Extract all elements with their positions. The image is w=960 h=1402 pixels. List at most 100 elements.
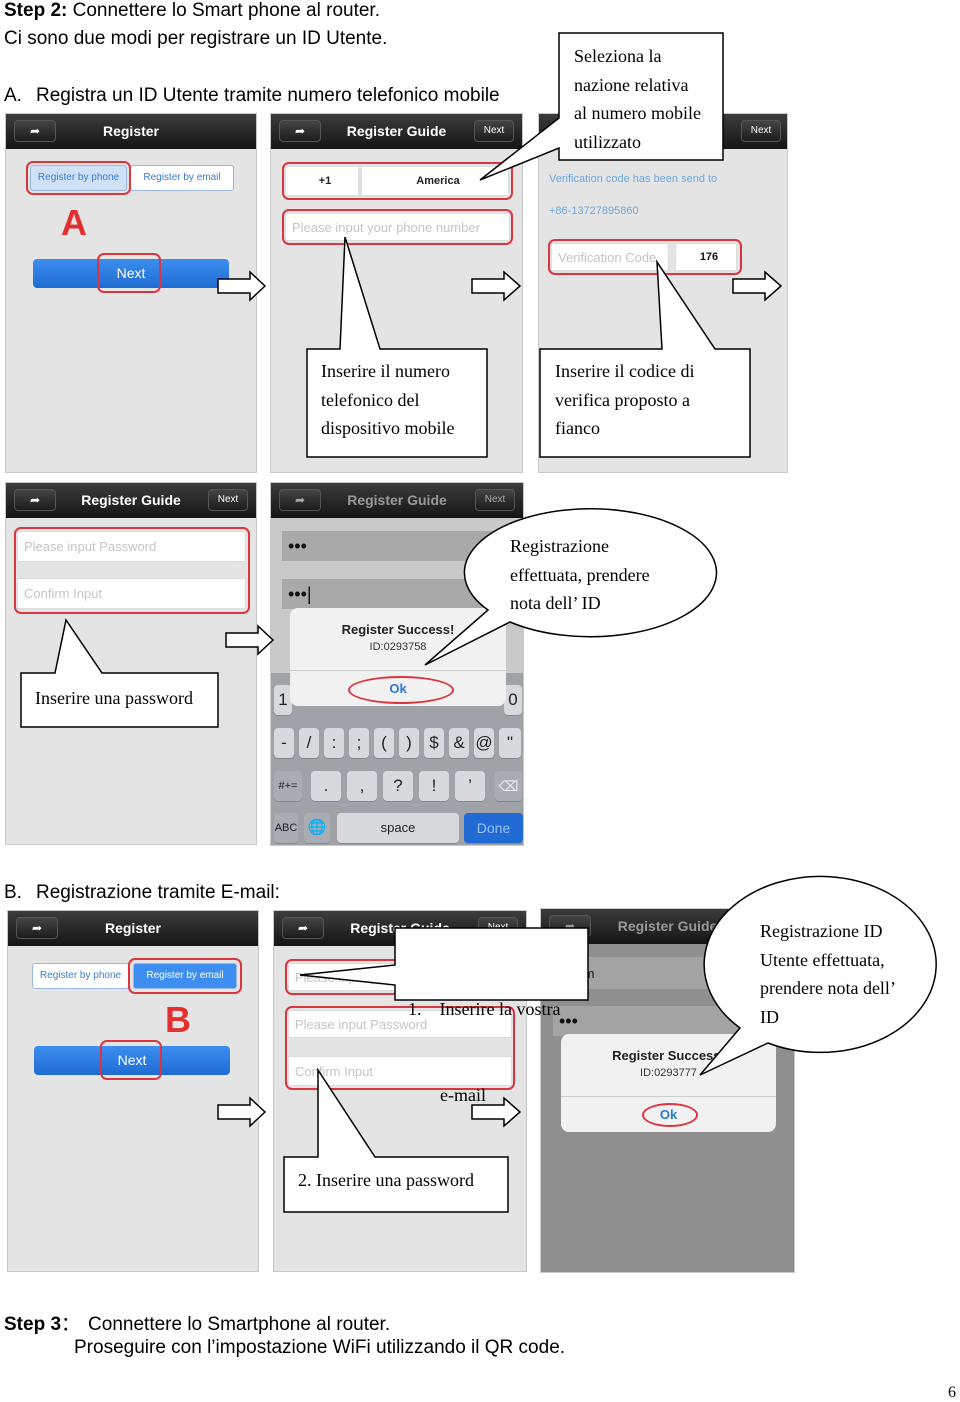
password-field[interactable]: ••• bbox=[553, 1006, 783, 1036]
email-field[interactable]: 3.com bbox=[553, 957, 783, 989]
label-b: B bbox=[165, 999, 191, 1040]
header-next-button[interactable]: Next bbox=[208, 489, 248, 511]
highlight-box bbox=[128, 958, 242, 994]
step3-sep: ： bbox=[61, 1314, 81, 1335]
key-symbols[interactable]: #+= bbox=[274, 771, 302, 801]
callout-line: utilizzato bbox=[574, 131, 641, 152]
back-button[interactable]: ➦ bbox=[14, 489, 56, 511]
highlight-ellipse bbox=[642, 1103, 698, 1127]
highlight-box bbox=[548, 239, 742, 275]
label-a: A bbox=[61, 202, 87, 243]
key[interactable]: $ bbox=[424, 728, 444, 758]
register-by-email-tab[interactable]: Register by email bbox=[130, 165, 234, 191]
key[interactable]: " bbox=[499, 728, 521, 758]
key[interactable]: & bbox=[449, 728, 469, 758]
header-next-button[interactable]: Next bbox=[478, 917, 518, 939]
key[interactable]: 0 bbox=[504, 685, 522, 715]
key[interactable]: , bbox=[347, 771, 377, 801]
highlight-box bbox=[14, 527, 250, 614]
callout-line: ID bbox=[760, 1006, 779, 1027]
screenshot-password: Register Guide ➦ Next Please input Passw… bbox=[5, 482, 257, 845]
backspace-key[interactable]: ⌫ bbox=[495, 771, 522, 801]
key[interactable]: . bbox=[311, 771, 341, 801]
password-field[interactable]: ••• bbox=[282, 531, 512, 561]
user-id: ID:0293758 bbox=[369, 641, 427, 653]
header-title: Register Guide bbox=[346, 123, 447, 139]
key[interactable]: / bbox=[299, 728, 319, 758]
intro-text: Ci sono due modi per registrare un ID Ut… bbox=[4, 28, 388, 49]
back-button[interactable]: ➦ bbox=[282, 917, 324, 939]
section-a-marker: A. bbox=[4, 85, 22, 106]
callout-line: verifica proposto a bbox=[555, 389, 690, 410]
step3-label: Step 3 bbox=[4, 1314, 62, 1335]
key[interactable]: ’ bbox=[455, 771, 485, 801]
callout-line: nota dell’ ID bbox=[510, 593, 601, 613]
callout-enter-password: Inserire una password bbox=[35, 684, 193, 713]
step3-heading: Step 3： Connettere lo Smartphone al route… bbox=[4, 1309, 390, 1336]
callout-enter-email: 1. Inserire la vostra e-mail bbox=[408, 938, 560, 1138]
header-title: Register bbox=[102, 123, 160, 139]
callout-line: fianco bbox=[555, 418, 600, 438]
key[interactable]: ) bbox=[399, 728, 419, 758]
header-title: Register bbox=[104, 920, 162, 936]
back-arrow-icon: ➦ bbox=[294, 124, 306, 138]
dialog-title: Register Success! bbox=[612, 1048, 725, 1063]
register-by-phone-tab[interactable]: Register by phone bbox=[32, 963, 129, 989]
key[interactable]: : bbox=[324, 728, 344, 758]
callout-line: Registrazione bbox=[510, 536, 609, 556]
screenshot-success-b: Register Guide ➦ 3.com ••• Register Succ… bbox=[540, 908, 795, 1273]
highlight-ellipse bbox=[348, 676, 454, 704]
section-b-heading: Registrazione tramite E-mail: bbox=[36, 882, 280, 903]
callout-success-a: Registrazione effettuata, prendere nota … bbox=[510, 532, 650, 618]
callout-line: e-mail bbox=[440, 1084, 486, 1105]
callout-line: Utente effettuata, bbox=[760, 949, 885, 970]
header-title: Register Guide bbox=[617, 918, 718, 934]
header-title: Register Guide bbox=[347, 492, 447, 508]
back-button[interactable]: ➦ bbox=[14, 120, 56, 142]
callout-line: Inserire una password bbox=[35, 688, 193, 708]
back-arrow-icon: ➦ bbox=[31, 921, 43, 935]
section-b-marker: B. bbox=[4, 882, 22, 903]
verification-number: +86-13727895860 bbox=[549, 205, 639, 217]
key[interactable]: - bbox=[274, 728, 294, 758]
done-key[interactable]: Done bbox=[464, 813, 523, 843]
back-button[interactable]: ➦ bbox=[16, 917, 58, 939]
screenshot-success-a: Register Guide ➦ Next ••• •••| 1 0 - / :… bbox=[270, 482, 524, 846]
back-button[interactable]: ➦ bbox=[279, 120, 321, 142]
back-button[interactable]: ➦ bbox=[279, 489, 321, 511]
confirm-field[interactable]: •••| bbox=[282, 579, 512, 609]
callout-enter-password-b: 2. Inserire una password bbox=[298, 1166, 474, 1195]
back-arrow-icon: ➦ bbox=[564, 919, 576, 933]
abc-key[interactable]: ABC bbox=[274, 813, 298, 843]
back-arrow-icon: ➦ bbox=[294, 493, 306, 507]
back-button[interactable]: ➦ bbox=[549, 915, 591, 937]
header-next-button[interactable]: Next bbox=[741, 120, 781, 142]
callout-select-country: Seleziona la nazione relativa al numero … bbox=[574, 42, 701, 156]
callout-line: 2. Inserire una password bbox=[298, 1170, 474, 1190]
key[interactable]: ? bbox=[383, 771, 413, 801]
key[interactable]: ! bbox=[419, 771, 449, 801]
back-arrow-icon: ➦ bbox=[29, 124, 41, 138]
callout-success-b: Registrazione ID Utente effettuata, pren… bbox=[760, 917, 896, 1031]
header-next-button[interactable]: Next bbox=[474, 120, 514, 142]
step2-label: Step 2: bbox=[4, 0, 68, 21]
header-next-button[interactable]: Next bbox=[475, 489, 515, 511]
globe-icon[interactable]: 🌐 bbox=[304, 813, 330, 843]
step3-text: Connettere lo Smartphone al router. bbox=[88, 1314, 391, 1335]
back-arrow-icon: ➦ bbox=[29, 493, 41, 507]
key[interactable]: @ bbox=[474, 728, 494, 758]
highlight-box bbox=[282, 209, 513, 245]
callout-line: dispositivo mobile bbox=[321, 418, 455, 438]
header-title: Register Guide bbox=[350, 920, 450, 936]
highlight-box bbox=[282, 162, 513, 200]
key[interactable]: ; bbox=[349, 728, 369, 758]
callout-line: Seleziona la bbox=[574, 46, 662, 66]
highlight-box bbox=[26, 161, 131, 195]
callout-enter-phone: Inserire il numero telefonico del dispos… bbox=[321, 357, 455, 443]
callout-line: Inserire il numero bbox=[321, 361, 450, 381]
space-key[interactable]: space bbox=[337, 813, 459, 843]
callout-line: nazione relativa bbox=[574, 74, 689, 95]
callout-line: al numero mobile bbox=[574, 103, 701, 123]
key[interactable]: ( bbox=[374, 728, 394, 758]
step2-text: Connettere lo Smart phone al router. bbox=[67, 0, 380, 21]
